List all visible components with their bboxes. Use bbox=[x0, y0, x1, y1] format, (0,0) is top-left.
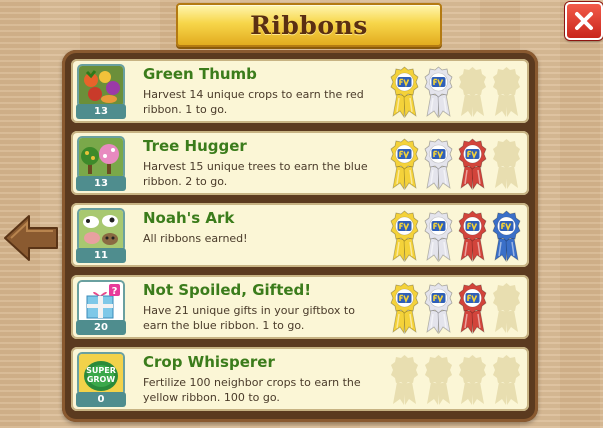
fertilizer-icon: SUPER GROW bbox=[77, 352, 125, 396]
achievement-icon-wrap: 13 bbox=[76, 136, 126, 191]
achievement-description: All ribbons earned! bbox=[143, 232, 248, 245]
left-arrow-icon bbox=[4, 215, 58, 261]
ribbon-row: ? 20 Not Spoiled, Gifted! Have 21 unique gi… bbox=[71, 275, 529, 339]
ribbon-row: 13 Green Thumb Harvest 14 unique crops to … bbox=[71, 59, 529, 123]
yellow-ribbon-icon bbox=[388, 64, 421, 119]
achievement-name: Tree Hugger bbox=[143, 137, 247, 155]
empty-ribbon-icon bbox=[490, 280, 523, 334]
ribbon-set bbox=[388, 280, 524, 335]
empty-ribbon-icon bbox=[490, 136, 523, 190]
red-ribbon-icon bbox=[456, 280, 489, 335]
ribbon-set bbox=[388, 352, 524, 406]
title-banner: Ribbons bbox=[176, 3, 442, 47]
ribbon-set bbox=[388, 64, 524, 119]
icon-label: SUPER GROW bbox=[86, 366, 116, 384]
svg-text:?: ? bbox=[112, 286, 118, 297]
yellow-ribbon-icon bbox=[388, 280, 421, 335]
empty-ribbon-icon bbox=[422, 352, 455, 406]
white-ribbon-icon bbox=[422, 64, 455, 119]
blue-ribbon-icon bbox=[490, 208, 523, 263]
achievement-description: Harvest 15 unique trees to earn the blue… bbox=[143, 160, 368, 188]
progress-count: 20 bbox=[76, 320, 126, 335]
progress-count: 0 bbox=[76, 392, 126, 407]
achievement-description: Have 21 unique gifts in your giftbox to … bbox=[143, 304, 355, 332]
animals-icon bbox=[77, 208, 125, 252]
yellow-ribbon-icon bbox=[388, 208, 421, 263]
ribbon-row: SUPER GROW 0 Crop Whisperer Fertilize 100 n… bbox=[71, 347, 529, 411]
achievement-name: Crop Whisperer bbox=[143, 353, 275, 371]
red-ribbon-icon bbox=[456, 136, 489, 191]
ribbon-row: 13 Tree Hugger Harvest 15 unique trees to … bbox=[71, 131, 529, 195]
ribbon-list: 13 Green Thumb Harvest 14 unique crops to … bbox=[71, 59, 529, 419]
empty-ribbon-icon bbox=[456, 352, 489, 406]
ribbon-set bbox=[388, 208, 524, 263]
gift-icon: ? bbox=[77, 280, 125, 324]
empty-ribbon-icon bbox=[490, 352, 523, 406]
white-ribbon-icon bbox=[422, 136, 455, 191]
achievement-name: Green Thumb bbox=[143, 65, 257, 83]
achievement-name: Not Spoiled, Gifted! bbox=[143, 281, 312, 299]
achievement-icon-wrap: ? 20 bbox=[76, 280, 126, 335]
progress-count: 13 bbox=[76, 176, 126, 191]
progress-count: 13 bbox=[76, 104, 126, 119]
vegetables-icon bbox=[77, 64, 125, 108]
achievement-description: Fertilize 100 neighbor crops to earn the… bbox=[143, 376, 361, 404]
white-ribbon-icon bbox=[422, 208, 455, 263]
ribbon-row: 11 Noah's Ark All ribbons earned! bbox=[71, 203, 529, 267]
achievement-icon-wrap: SUPER GROW 0 bbox=[76, 352, 126, 407]
achievement-name: Noah's Ark bbox=[143, 209, 235, 227]
trees-icon bbox=[77, 136, 125, 180]
red-ribbon-icon bbox=[456, 208, 489, 263]
close-button[interactable] bbox=[565, 2, 603, 40]
white-ribbon-icon bbox=[422, 280, 455, 335]
back-arrow-button[interactable] bbox=[2, 212, 60, 264]
empty-ribbon-icon bbox=[388, 352, 421, 406]
empty-ribbon-icon bbox=[456, 64, 489, 118]
yellow-ribbon-icon bbox=[388, 136, 421, 191]
achievement-icon-wrap: 11 bbox=[76, 208, 126, 263]
close-icon bbox=[575, 12, 593, 30]
achievement-icon-wrap: 13 bbox=[76, 64, 126, 119]
ribbons-panel: 13 Green Thumb Harvest 14 unique crops to … bbox=[62, 50, 538, 422]
empty-ribbon-icon bbox=[490, 64, 523, 118]
page-title: Ribbons bbox=[250, 10, 368, 40]
progress-count: 11 bbox=[76, 248, 126, 263]
ribbon-set bbox=[388, 136, 524, 191]
achievement-description: Harvest 14 unique crops to earn the red … bbox=[143, 88, 364, 116]
